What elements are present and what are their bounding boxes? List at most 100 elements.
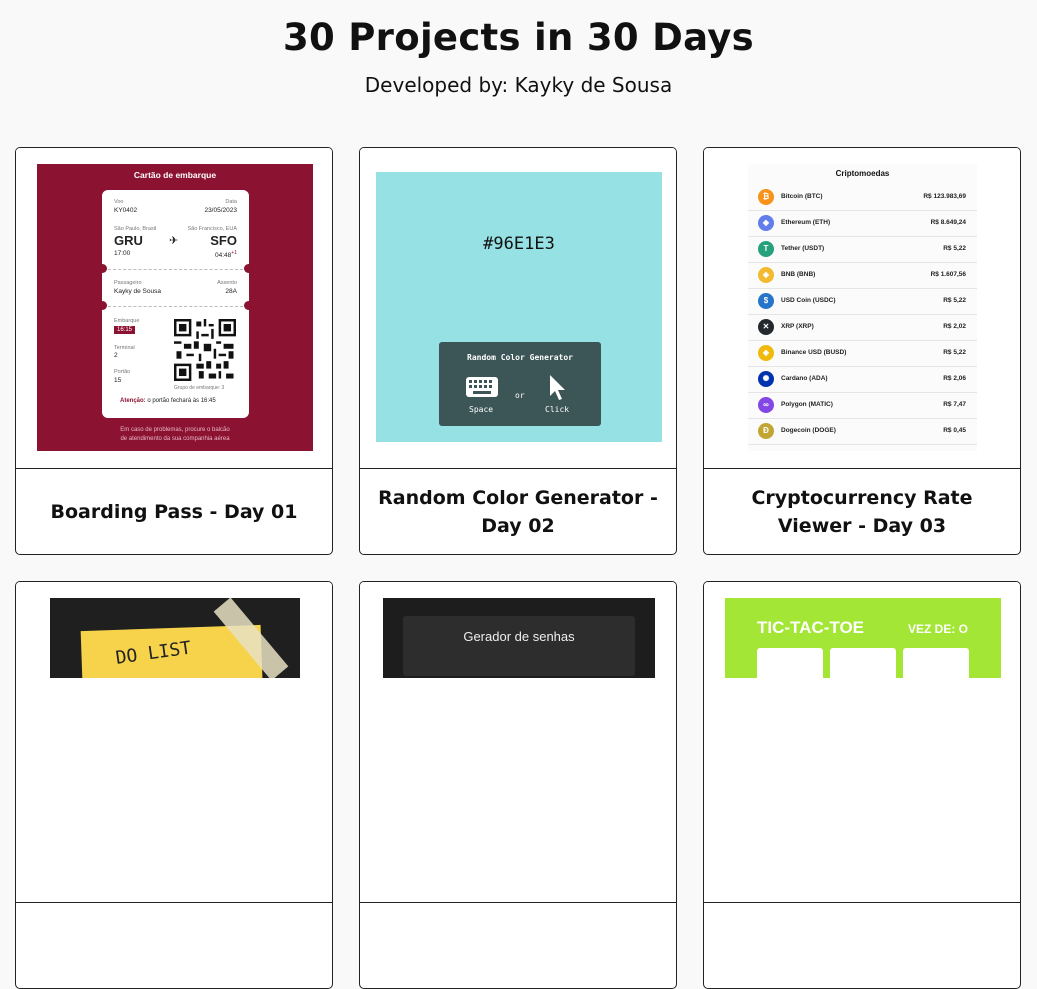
ticket-notch <box>244 264 253 273</box>
origin-city: São Paulo, Brasil <box>114 226 157 232</box>
destination-city: São Francisco, EUA <box>187 226 237 232</box>
departure-time: 17:00 <box>114 250 131 257</box>
crypto-row: ✕ XRP (XRP) R$ 2,02 <box>748 314 977 341</box>
project-card-title: Boarding Pass - Day 01 <box>50 500 298 523</box>
coin-name: XRP (XRP) <box>781 323 814 330</box>
passenger-label: Passageiro <box>114 280 142 286</box>
coin-price: R$ 1.607,56 <box>930 271 966 278</box>
coin-icon: ◈ <box>758 345 774 361</box>
board-cell <box>903 648 969 688</box>
coin-name: Dogecoin (DOGE) <box>781 427 836 434</box>
crypto-row: $ USD Coin (USDC) R$ 5,22 <box>748 288 977 315</box>
project-card-day-04[interactable]: DO LIST <box>15 581 333 989</box>
gate-label: Portão <box>114 369 131 375</box>
origin-code: GRU <box>114 233 143 248</box>
ticket-notch <box>244 301 253 310</box>
color-hex-code: #96E1E3 <box>483 234 555 254</box>
project-thumbnail-area: Gerador de senhas <box>360 582 676 903</box>
crypto-row: ◈ BNB (BNB) R$ 1.607,56 <box>748 262 977 289</box>
random-color-preview: #96E1E3 Random Color Generator Space or … <box>376 172 662 442</box>
coin-name: Polygon (MATIC) <box>781 401 833 408</box>
boarding-label: Embarque <box>114 318 140 324</box>
boarding-pass-ticket: Voo KY0402 Data 23/05/2023 São Paulo, Br… <box>98 190 253 418</box>
page-subtitle: Developed by: Kayky de Sousa <box>364 73 673 97</box>
tic-tac-toe-preview: TIC-TAC-TOE VEZ DE: O <box>725 598 1001 688</box>
coin-price: R$ 5,22 <box>943 349 966 356</box>
destination-code: SFO <box>210 233 237 248</box>
password-generator-title: Gerador de senhas <box>463 629 575 644</box>
coin-price: R$ 2,02 <box>943 323 966 330</box>
generator-panel: Random Color Generator Space or Click <box>439 342 601 426</box>
space-label: Space <box>469 405 494 414</box>
coin-price: R$ 8.649,24 <box>930 219 966 226</box>
board-cell <box>830 648 896 688</box>
project-card-day-05[interactable]: Gerador de senhas <box>359 581 677 989</box>
coin-price: R$ 7,47 <box>943 401 966 408</box>
flight-date: 23/05/2023 <box>204 207 237 214</box>
coin-icon: ✺ <box>758 371 774 387</box>
keyboard-icon <box>466 377 498 397</box>
airplane-icon: ✈ <box>169 235 179 247</box>
coin-icon: ◈ <box>758 267 774 283</box>
crypto-row: ◈ Binance USD (BUSD) R$ 5,22 <box>748 340 977 367</box>
project-card-title: Random Color Generator - Day 02 <box>378 486 658 537</box>
tic-tac-toe-turn: VEZ DE: O <box>907 622 968 636</box>
cursor-icon <box>550 375 565 400</box>
boarding-time: 16:15 <box>114 326 136 334</box>
coin-price: R$ 5,22 <box>943 297 966 304</box>
coin-icon: ₿ <box>758 189 774 205</box>
gate-value: 15 <box>114 377 122 384</box>
coin-name: Binance USD (BUSD) <box>781 349 847 356</box>
project-card-day-03[interactable]: Criptomoedas ₿ Bitcoin (BTC) R$ 123.983,69… <box>703 147 1021 555</box>
coin-name: Bitcoin (BTC) <box>781 193 823 200</box>
project-card-day-06[interactable]: TIC-TAC-TOE VEZ DE: O <box>703 581 1021 989</box>
tic-tac-toe-title: TIC-TAC-TOE <box>757 618 865 637</box>
seat-value: 28A <box>225 288 237 295</box>
boarding-pass-footer: Em caso de problemas, procure o balcão d… <box>120 427 230 442</box>
project-card-day-01[interactable]: Cartão de embarque Voo KY0402 Data 23/05… <box>15 147 333 555</box>
board-cell <box>757 648 823 688</box>
gate-warning: Atenção: o portão fechará às 16:45 <box>120 398 216 404</box>
project-thumbnail-area: TIC-TAC-TOE VEZ DE: O <box>704 582 1020 903</box>
project-card-day-02[interactable]: #96E1E3 Random Color Generator Space or … <box>359 147 677 555</box>
coin-icon: Ð <box>758 423 774 439</box>
qr-code-icon <box>174 319 236 381</box>
coin-price: R$ 5,22 <box>943 245 966 252</box>
crypto-row: ₿ Bitcoin (BTC) R$ 123.983,69 <box>748 184 977 211</box>
terminal-label: Terminal <box>114 345 135 351</box>
passenger-name: Kayky de Sousa <box>114 288 161 295</box>
project-thumbnail-area: #96E1E3 Random Color Generator Space or … <box>360 148 676 469</box>
click-label: Click <box>545 405 570 414</box>
or-label: or <box>515 391 525 400</box>
ticket-divider <box>108 306 243 307</box>
generator-panel-title: Random Color Generator <box>467 353 573 362</box>
boarding-group: Grupo de embarque: 3 <box>174 385 225 391</box>
coin-price: R$ 123.983,69 <box>923 193 966 200</box>
coin-icon: $ <box>758 293 774 309</box>
note-title: DO LIST <box>114 637 193 669</box>
project-thumbnail-area: DO LIST <box>16 582 332 903</box>
boarding-pass-preview: Cartão de embarque Voo KY0402 Data 23/05… <box>37 164 313 451</box>
crypto-row: ◆ Ethereum (ETH) R$ 8.649,24 <box>748 210 977 237</box>
coin-name: BNB (BNB) <box>781 271 816 278</box>
coin-name: Cardano (ADA) <box>781 375 828 382</box>
project-thumbnail-area: Criptomoedas ₿ Bitcoin (BTC) R$ 123.983,69… <box>704 148 1020 469</box>
coin-icon: ✕ <box>758 319 774 335</box>
ticket-divider <box>108 269 243 270</box>
arrival-time: 04:48+1 <box>215 250 237 260</box>
password-generator-box: Gerador de senhas <box>403 616 635 676</box>
coin-name: Tether (USDT) <box>781 245 825 252</box>
flight-number: KY0402 <box>114 207 138 214</box>
terminal-value: 2 <box>114 352 118 359</box>
coin-name: USD Coin (USDC) <box>781 297 836 304</box>
date-label: Data <box>225 199 237 205</box>
page-title: 30 Projects in 30 Days <box>282 16 754 59</box>
crypto-row: ∞ Polygon (MATIC) R$ 7,47 <box>748 392 977 419</box>
coin-icon: ∞ <box>758 397 774 413</box>
todo-list-preview: DO LIST <box>50 598 300 678</box>
coin-icon: T <box>758 241 774 257</box>
seat-label: Assento <box>217 280 237 286</box>
boarding-pass-heading: Cartão de embarque <box>133 170 217 180</box>
project-thumbnail-area: Cartão de embarque Voo KY0402 Data 23/05… <box>16 148 332 469</box>
crypto-row: ✺ Cardano (ADA) R$ 2,06 <box>748 366 977 393</box>
